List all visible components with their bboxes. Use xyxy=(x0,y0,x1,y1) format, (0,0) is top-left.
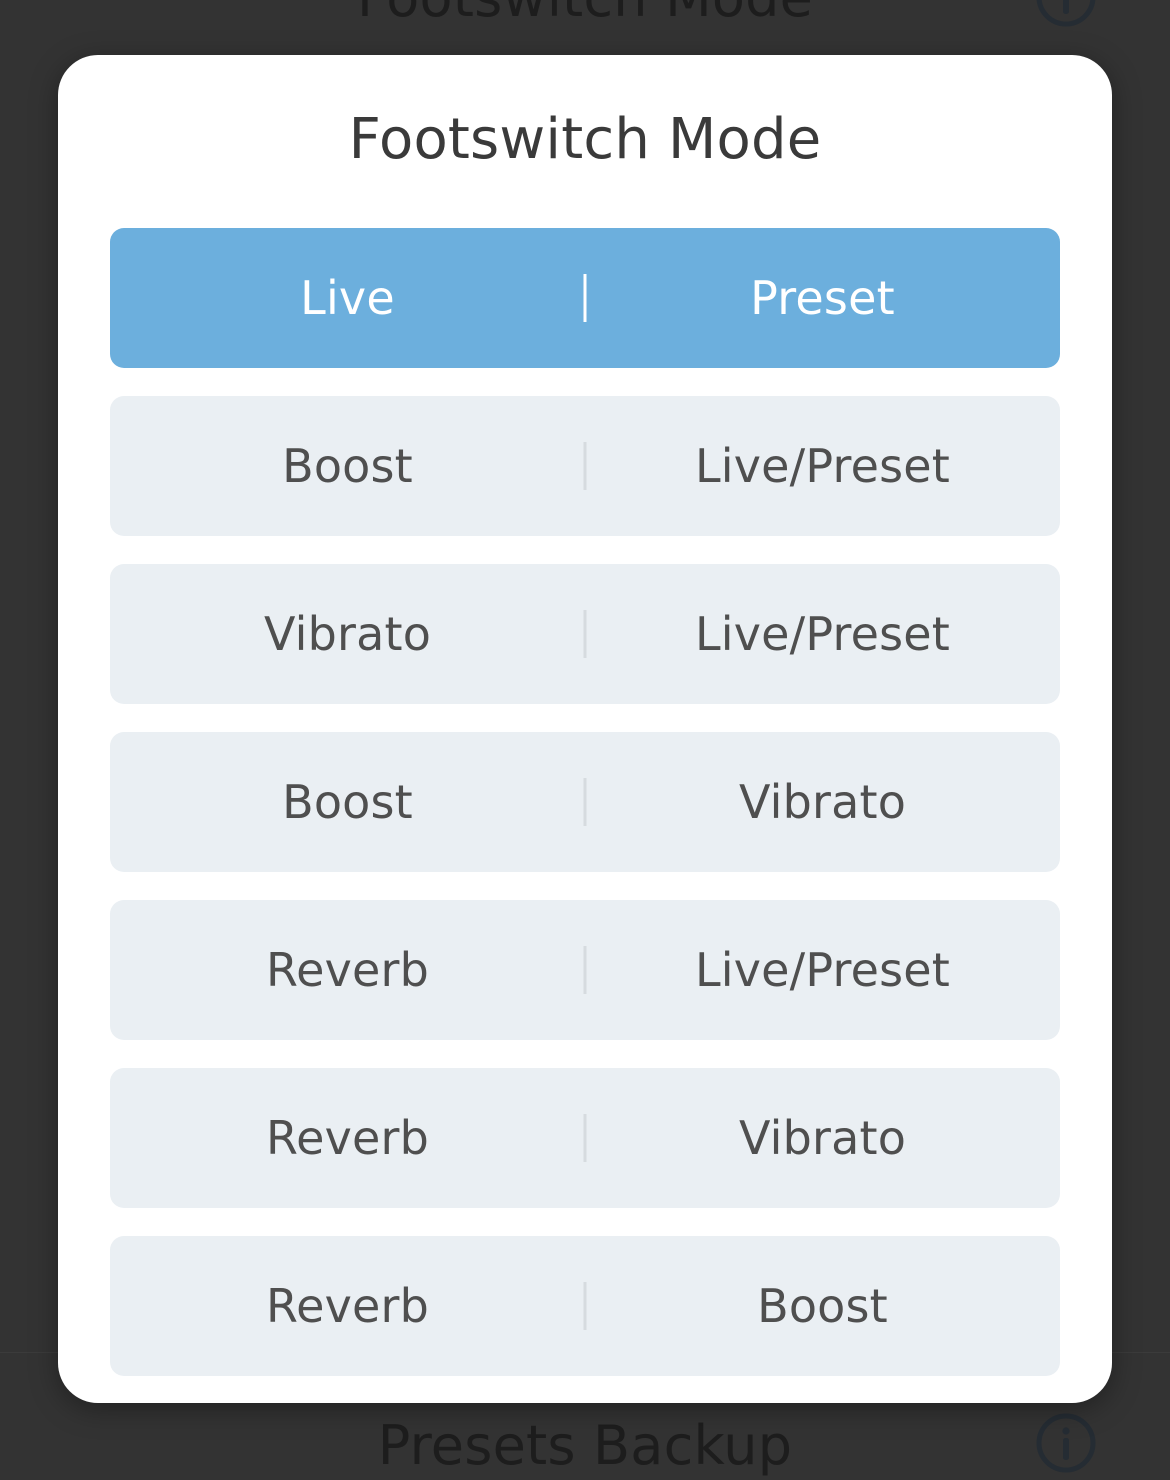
footswitch-mode-option[interactable]: Reverb Vibrato xyxy=(110,1068,1060,1208)
option-right-label: Vibrato xyxy=(738,1111,907,1165)
option-right-label: Live/Preset xyxy=(694,607,951,661)
option-divider xyxy=(583,442,587,490)
option-right-label: Boost xyxy=(757,1279,888,1333)
footswitch-mode-option[interactable]: Boost Vibrato xyxy=(110,732,1060,872)
info-icon[interactable] xyxy=(1035,0,1097,28)
background-setting-title-bottom: Presets Backup xyxy=(377,1413,793,1477)
footswitch-mode-option-list: Live Preset Boost Live/Preset Vibrato Live/Pr… xyxy=(58,228,1112,1376)
option-divider xyxy=(583,946,587,994)
option-left-label: Live xyxy=(300,271,395,325)
option-divider xyxy=(583,778,587,826)
option-divider xyxy=(583,274,587,322)
footswitch-mode-dialog: Footswitch Mode Live Preset Boost Live/Pres… xyxy=(58,55,1112,1403)
footswitch-mode-option[interactable]: Reverb Live/Preset xyxy=(110,900,1060,1040)
option-left-label: Reverb xyxy=(265,943,430,997)
background-setting-title-top: Footswitch Mode xyxy=(357,0,813,29)
option-divider xyxy=(583,610,587,658)
option-left-label: Vibrato xyxy=(263,607,432,661)
dialog-title: Footswitch Mode xyxy=(348,107,822,172)
option-right-label: Preset xyxy=(750,271,895,325)
footswitch-mode-option[interactable]: Boost Live/Preset xyxy=(110,396,1060,536)
option-left-label: Reverb xyxy=(265,1279,430,1333)
option-right-label: Live/Preset xyxy=(694,943,951,997)
footswitch-mode-option[interactable]: Vibrato Live/Preset xyxy=(110,564,1060,704)
option-divider xyxy=(583,1282,587,1330)
option-left-label: Boost xyxy=(282,775,413,829)
background-setting-presets-backup: Presets Backup xyxy=(0,1410,1170,1480)
background-setting-footswitch-mode: Footswitch Mode xyxy=(0,0,1170,32)
footswitch-mode-option[interactable]: Reverb Boost xyxy=(110,1236,1060,1376)
option-divider xyxy=(583,1114,587,1162)
option-left-label: Boost xyxy=(282,439,413,493)
option-right-label: Live/Preset xyxy=(694,439,951,493)
footswitch-mode-option[interactable]: Live Preset xyxy=(110,228,1060,368)
option-left-label: Reverb xyxy=(265,1111,430,1165)
option-right-label: Vibrato xyxy=(738,775,907,829)
